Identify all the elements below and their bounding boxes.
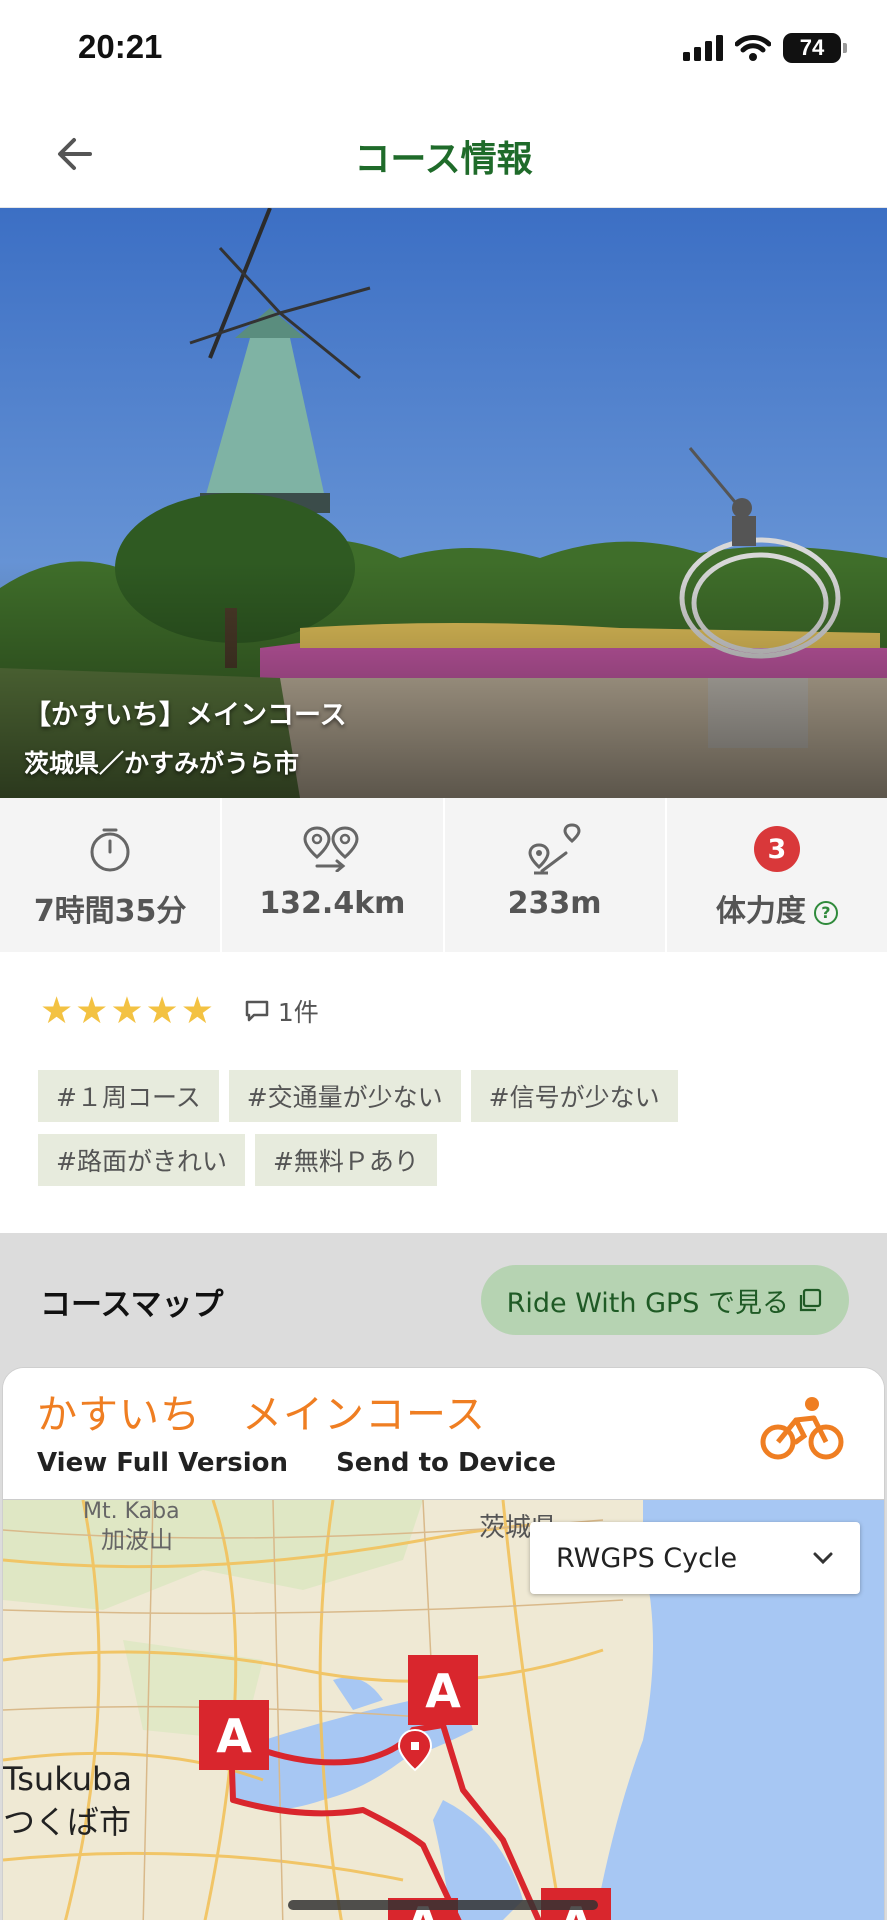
map-label-tsukuba: Tsukuba [3,1760,132,1798]
tag-chip[interactable]: #信号が少ない [470,1070,678,1122]
stat-distance-value: 132.4km [259,886,406,921]
distance-pins-icon [303,826,359,872]
stat-time: 7時間35分 [0,798,223,952]
embed-links: View Full Version Send to Device [37,1448,556,1478]
map-type-value: RWGPS Cycle [556,1542,738,1574]
course-name: 【かすいち】メインコース [24,700,347,731]
rwgps-embed[interactable]: かすいち メインコース View Full Version Send to De… [2,1367,885,1920]
external-link-icon [799,1288,822,1312]
course-map-heading: コースマップ [40,1287,224,1323]
stopwatch-icon [90,828,130,872]
view-full-version-link[interactable]: View Full Version [37,1448,288,1478]
comment-count: 1件 [277,997,319,1027]
stat-time-value: 7時間35分 [33,894,187,929]
star-icon: ★ [180,989,214,1032]
stat-level: 3 体力度? [667,798,887,952]
tag-chip[interactable]: #１周コース [38,1070,219,1122]
stat-elevation: 233m [445,798,667,952]
ride-with-gps-button[interactable]: Ride With GPS で見る [480,1265,849,1335]
home-indicator [288,1900,598,1910]
star-icon: ★ [145,989,179,1032]
status-bar: 20:21 74 [0,0,887,100]
page-title: コース情報 [354,139,533,180]
svg-text:A: A [216,1709,252,1763]
route-marker-a[interactable]: A [408,1655,478,1725]
rating-row: ★ ★ ★ ★ ★ 1件 [40,992,319,1029]
chevron-down-icon [813,1552,833,1565]
embed-header: かすいち メインコース View Full Version Send to De… [3,1368,884,1500]
course-location: 茨城県／かすみがうら市 [24,749,300,778]
cyclist-logo-icon[interactable] [760,1396,844,1462]
help-icon[interactable]: ? [813,900,838,925]
star-rating: ★ ★ ★ ★ ★ [40,992,214,1029]
status-icons: 74 [683,33,847,63]
hero-caption: 【かすいち】メインコース 茨城県／かすみがうら市 [24,693,347,780]
course-stats: 7時間35分 132.4km 233m 3 体力度 ? [0,798,887,952]
route-marker-a[interactable]: A [199,1700,269,1770]
svg-text:A: A [425,1664,461,1718]
stat-distance: 132.4km [222,798,445,952]
signal-icon [683,35,723,61]
star-icon: ★ [75,989,109,1032]
comments-link[interactable]: 1件 [244,993,319,1029]
send-to-device-link[interactable]: Send to Device [336,1448,556,1478]
tag-chip[interactable]: #路面がきれい [38,1134,245,1186]
route-map[interactable]: Mt. Kaba 加波山 茨城県 Tsukuba つくば市 A A RWGPS … [3,1499,884,1920]
course-map-section: コースマップ Ride With GPS で見る かすいち メインコース Vie… [0,1233,887,1920]
map-type-select[interactable]: RWGPS Cycle [530,1522,860,1594]
map-label-kabasan: 加波山 [101,1526,173,1554]
map-label-mt-kaba: Mt. Kaba [83,1500,180,1524]
tag-list: #１周コース #交通量が少ない #信号が少ない #路面がきれい #無料Ｐあり [38,1070,858,1186]
stat-level-row: 体力度? [716,886,838,930]
status-time: 20:21 [78,28,163,65]
star-icon: ★ [40,989,74,1032]
embed-route-title[interactable]: かすいち メインコース [37,1382,486,1440]
tag-chip[interactable]: #無料Ｐあり [254,1134,437,1186]
level-badge: 3 [753,826,800,872]
wifi-icon [735,35,771,61]
map-label-tsukuba-shi: つくば市 [3,1803,131,1841]
nav-header: コース情報 [0,100,887,208]
comment-icon [245,1000,269,1021]
stat-level-label: 体力度 [715,894,806,929]
tag-chip[interactable]: #交通量が少ない [228,1070,461,1122]
elevation-route-icon [528,823,581,875]
course-hero-image: 【かすいち】メインコース 茨城県／かすみがうら市 [0,208,887,798]
battery-icon: 74 [783,33,847,63]
ride-with-gps-label: Ride With GPS で見る [506,1287,789,1319]
star-icon: ★ [110,989,144,1032]
stat-elevation-value: 233m [507,886,602,921]
